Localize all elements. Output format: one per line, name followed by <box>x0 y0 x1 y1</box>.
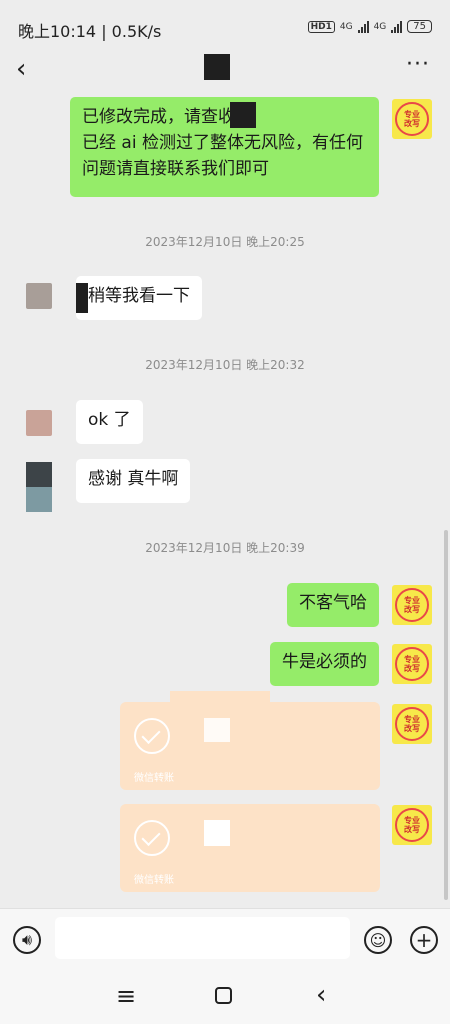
check-circle-icon <box>134 718 170 754</box>
chat-header: ‹ ··· <box>0 52 450 88</box>
message-text: 不客气哈 <box>299 593 367 613</box>
my-avatar[interactable]: 专业 改写 <box>392 585 432 625</box>
timestamp: 2023年12月10日 晚上20:32 <box>145 358 305 372</box>
seal-icon: 专业 改写 <box>395 588 429 622</box>
system-nav-bar: ≡ ‹ <box>0 970 450 1024</box>
voice-input-icon[interactable]: 🔊︎ <box>13 926 41 954</box>
seal-icon: 专业 改写 <box>395 707 429 741</box>
sender-avatar[interactable] <box>26 462 52 512</box>
more-options-button[interactable]: ··· <box>406 52 430 77</box>
sender-avatar[interactable] <box>26 410 52 436</box>
redaction-block <box>204 718 230 742</box>
message-text: 牛是必须的 <box>282 652 367 672</box>
message-text: 稍等我看一下 <box>88 286 190 306</box>
overlay-block <box>170 691 270 705</box>
check-circle-icon <box>134 820 170 856</box>
message-bubble-received[interactable]: 稍等我看一下 <box>76 276 202 320</box>
transfer-card[interactable]: 微信转账 <box>120 804 380 892</box>
transfer-card[interactable]: 微信转账 <box>120 702 380 790</box>
status-bar: 晚上10:14 | 0.5K/s HD1 4G 4G 75 <box>0 0 450 52</box>
message-text: ok 了 <box>88 410 131 430</box>
contact-avatar[interactable] <box>204 54 230 80</box>
redaction-block <box>204 820 230 846</box>
hd-badge: HD1 <box>307 20 335 33</box>
transfer-label: 微信转账 <box>134 773 174 784</box>
my-avatar[interactable]: 专业 改写 <box>392 805 432 845</box>
timestamp: 2023年12月10日 晚上20:25 <box>145 235 305 249</box>
message-bubble-sent[interactable]: 牛是必须的 <box>270 642 379 686</box>
back-icon[interactable]: ‹ <box>316 980 326 1010</box>
timestamp: 2023年12月10日 晚上20:39 <box>145 541 305 555</box>
my-avatar[interactable]: 专业 改写 <box>392 99 432 139</box>
seal-icon: 专业 改写 <box>395 102 429 136</box>
status-icons: HD1 4G 4G 75 <box>307 20 432 33</box>
message-bubble-received[interactable]: 感谢 真牛啊 <box>76 459 191 503</box>
add-icon[interactable]: + <box>410 926 438 954</box>
network-type-1: 4G <box>339 21 353 32</box>
message-text: 感谢 真牛啊 <box>88 469 179 489</box>
signal-icon-2 <box>391 20 403 33</box>
signal-icon <box>357 20 369 33</box>
scrollbar[interactable] <box>444 530 448 900</box>
battery-icon: 75 <box>407 20 432 33</box>
message-bubble-received[interactable]: ok 了 <box>76 400 143 444</box>
emoji-icon[interactable]: ☺ <box>364 926 392 954</box>
my-avatar[interactable]: 专业 改写 <box>392 644 432 684</box>
seal-icon: 专业 改写 <box>395 647 429 681</box>
message-bubble-sent[interactable]: 已修改完成，请查收. 已经 ai 检测过了整体无风险，有任何问题请直接联系我们即… <box>70 97 379 197</box>
home-icon[interactable] <box>215 987 232 1004</box>
message-bubble-sent[interactable]: 不客气哈 <box>287 583 379 627</box>
message-text: 已经 ai 检测过了整体无风险，有任何问题请直接联系我们即可 <box>82 133 363 179</box>
status-time: 晚上10:14 | 0.5K/s <box>18 22 162 41</box>
message-text: 已修改完成，请查收. <box>82 107 241 127</box>
message-input[interactable] <box>55 917 350 959</box>
redaction-block <box>76 283 88 313</box>
redaction-block <box>230 102 256 128</box>
transfer-label: 微信转账 <box>134 875 174 886</box>
sender-avatar[interactable] <box>26 283 52 309</box>
back-chevron-icon[interactable]: ‹ <box>16 56 26 82</box>
input-bar: 🔊︎ ☺ + <box>0 908 450 971</box>
menu-icon[interactable]: ≡ <box>116 982 136 1010</box>
seal-icon: 专业 改写 <box>395 808 429 842</box>
my-avatar[interactable]: 专业 改写 <box>392 704 432 744</box>
network-type-2: 4G <box>373 21 387 32</box>
